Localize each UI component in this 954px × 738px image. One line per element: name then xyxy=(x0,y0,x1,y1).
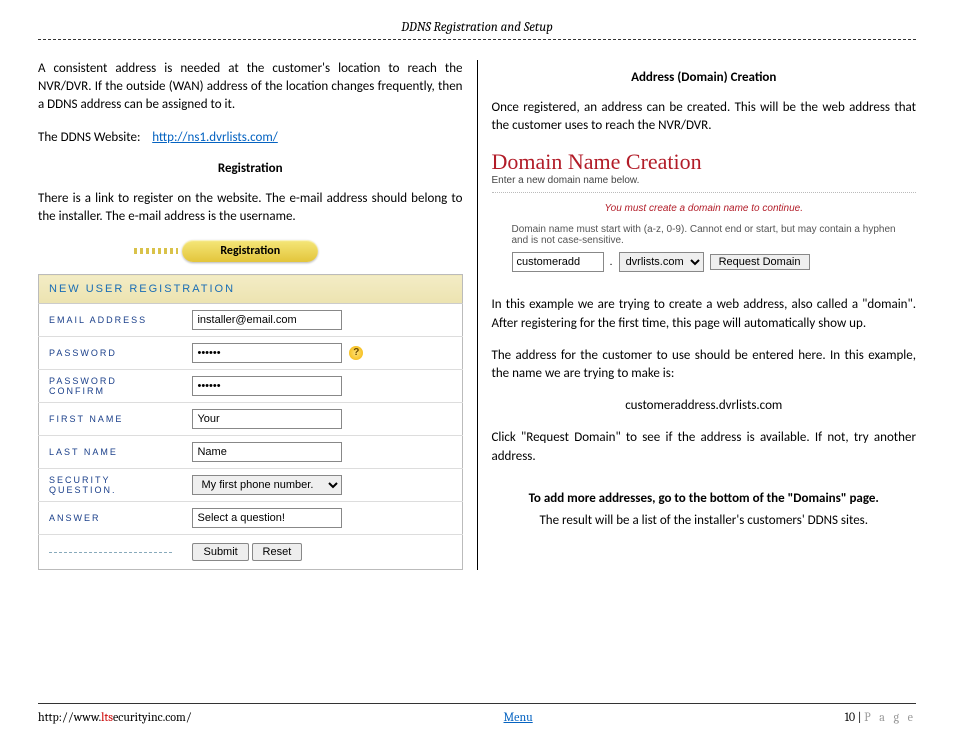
registration-heading: Registration xyxy=(38,161,463,176)
answer-label: ANSWER xyxy=(39,502,183,535)
security-question-select[interactable]: My first phone number. xyxy=(192,475,342,495)
submit-button[interactable]: Submit xyxy=(192,543,248,561)
example-address: customeraddress.dvrlists.com xyxy=(492,397,917,415)
domain-creation-title: Domain Name Creation xyxy=(492,149,917,175)
website-line: The DDNS Website: http://ns1.dvrlists.co… xyxy=(38,129,463,147)
registration-paragraph: There is a link to register on the websi… xyxy=(38,190,463,226)
ddns-website-link[interactable]: http://ns1.dvrlists.com/ xyxy=(152,130,278,145)
domain-suffix-select[interactable]: dvrlists.com xyxy=(619,252,704,272)
decorative-glitch xyxy=(49,552,172,555)
request-instructions: Click "Request Domain" to see if the add… xyxy=(492,429,917,465)
domain-creation-panel: Domain Name Creation Enter a new domain … xyxy=(492,149,917,282)
page-footer: http://www.ltsecurityinc.com/ Menu 10 | … xyxy=(38,703,916,724)
dotted-rule xyxy=(492,192,917,193)
form-title: NEW USER REGISTRATION xyxy=(39,275,463,304)
content-columns: A consistent address is needed at the cu… xyxy=(38,60,916,570)
domain-input-row: . dvrlists.com Request Domain xyxy=(492,252,917,282)
result-note: The result will be a list of the install… xyxy=(492,512,917,530)
example-paragraph-2: The address for the customer to use shou… xyxy=(492,347,917,383)
answer-field[interactable] xyxy=(192,508,342,528)
domain-warning: You must create a domain name to continu… xyxy=(492,203,917,214)
lastname-label: LAST NAME xyxy=(39,436,183,469)
firstname-field[interactable] xyxy=(192,409,342,429)
help-icon[interactable]: ? xyxy=(349,346,363,360)
domain-input[interactable] xyxy=(512,252,604,272)
email-label: EMAIL ADDRESS xyxy=(39,304,183,337)
reset-button[interactable]: Reset xyxy=(252,543,303,561)
footer-menu-link[interactable]: Menu xyxy=(504,710,533,724)
intro-paragraph: A consistent address is needed at the cu… xyxy=(38,60,463,115)
page-number: 10 | P a g e xyxy=(845,710,916,724)
security-question-label: SECURITY QUESTION. xyxy=(39,469,183,502)
website-label: The DDNS Website: xyxy=(38,130,140,145)
registration-pill-button[interactable]: Registration xyxy=(182,240,318,262)
left-column: A consistent address is needed at the cu… xyxy=(38,60,478,570)
add-more-note: To add more addresses, go to the bottom … xyxy=(492,490,917,508)
right-column: Address (Domain) Creation Once registere… xyxy=(478,60,917,570)
password-label: PASSWORD xyxy=(39,337,183,370)
address-creation-paragraph: Once registered, an address can be creat… xyxy=(492,99,917,135)
request-domain-button[interactable]: Request Domain xyxy=(710,254,810,270)
password-confirm-field[interactable] xyxy=(192,376,342,396)
footer-rule xyxy=(38,703,916,704)
address-creation-heading: Address (Domain) Creation xyxy=(492,70,917,85)
lastname-field[interactable] xyxy=(192,442,342,462)
email-field[interactable] xyxy=(192,310,342,330)
footer-url: http://www.ltsecurityinc.com/ xyxy=(38,710,192,724)
dot-separator: . xyxy=(610,256,613,268)
domain-creation-subtitle: Enter a new domain name below. xyxy=(492,175,917,186)
header-rule xyxy=(38,39,916,40)
registration-form: NEW USER REGISTRATION EMAIL ADDRESS PASS… xyxy=(38,274,463,570)
firstname-label: FIRST NAME xyxy=(39,403,183,436)
password-confirm-label: PASSWORD CONFIRM xyxy=(39,370,183,403)
password-field[interactable] xyxy=(192,343,342,363)
page-header: DDNS Registration and Setup xyxy=(38,20,916,39)
domain-hint: Domain name must start with (a-z, 0-9). … xyxy=(492,224,917,252)
example-paragraph-1: In this example we are trying to create … xyxy=(492,296,917,332)
